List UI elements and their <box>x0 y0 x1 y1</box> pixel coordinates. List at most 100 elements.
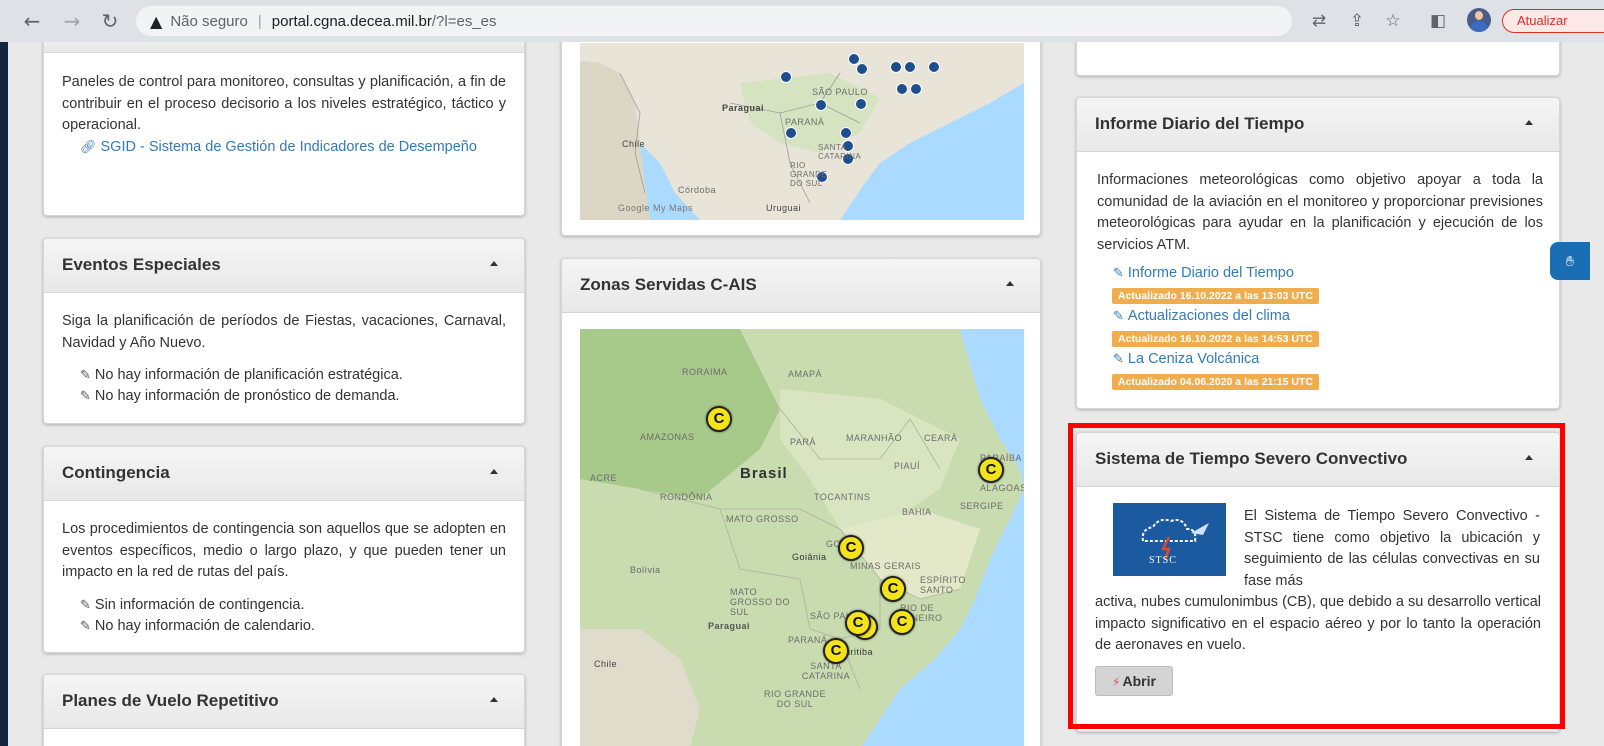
paperclip-icon: ✎ <box>1113 266 1124 281</box>
map-label: PARANÁ <box>785 117 825 127</box>
map-label: ACRE <box>590 473 618 483</box>
stsc-logo-text: STSC <box>1149 555 1177 566</box>
informe-header[interactable]: Informe Diario del Tiempo <box>1077 98 1559 152</box>
map-label: ALAGOAS <box>980 483 1024 493</box>
ceniza-link[interactable]: ✎ La Ceniza Volcánica <box>1113 349 1259 371</box>
zonas-header[interactable]: Zonas Servidas C-AIS <box>562 259 1040 313</box>
map-label: BAHIA <box>902 507 932 517</box>
map-label: AMAPÁ <box>788 369 823 379</box>
profile-avatar[interactable] <box>1467 8 1491 32</box>
eventos-header[interactable]: Eventos Especiales <box>44 239 524 293</box>
map-label: MARANHÃO <box>846 433 903 443</box>
panel-title: Sistema de Tiempo Severo Convectivo <box>1095 449 1408 468</box>
flight-marker[interactable] <box>890 61 902 73</box>
bolt-icon: ⚡︎ <box>1112 675 1121 689</box>
flight-marker[interactable] <box>780 71 792 83</box>
flight-marker[interactable] <box>785 127 797 139</box>
map-label: SANTA CATARINA <box>818 143 862 161</box>
contingencia-panel: Contingencia Los procedimientos de conti… <box>43 446 525 653</box>
paperclip-icon: ✎ <box>80 598 91 613</box>
contingencia-header[interactable]: Contingencia <box>44 447 524 501</box>
map-label: Goiânia <box>792 552 827 562</box>
contingencia-text: Los procedimientos de contingencia son a… <box>62 521 506 580</box>
contingencia-item: ✎ Sin información de contingencia. <box>80 597 305 613</box>
translate-icon[interactable]: ⇄ <box>1306 8 1332 34</box>
browser-toolbar: ← → ↻ ▲ Não seguro | portal.cgna.decea.m… <box>0 0 1604 42</box>
eventos-item: ✎ No hay información de planificación est… <box>80 367 403 383</box>
collapse-caret-icon[interactable] <box>490 261 498 266</box>
stsc-header[interactable]: Sistema de Tiempo Severo Convectivo <box>1077 433 1559 487</box>
map-label: SANTA CATARINA <box>801 661 851 681</box>
cais-marker[interactable]: C <box>845 610 871 636</box>
eventos-text: Siga la planificación de períodos de Fie… <box>62 313 506 351</box>
map-label: RIO GRANDE DO SUL <box>790 161 828 188</box>
updated-badge: Actualizado 16.10.2022 a las 14:53 UTC <box>1112 331 1319 347</box>
url-separator: | <box>257 12 262 30</box>
collapse-caret-icon[interactable] <box>1006 281 1014 286</box>
forward-arrow-icon[interactable]: → <box>58 7 86 35</box>
map-label: RONDÔNIA <box>660 492 713 502</box>
map-label: AMAZONAS <box>640 432 695 442</box>
panel-title: Planes de Vuelo Repetitivo <box>62 691 279 710</box>
side-panel-icon[interactable]: ◧ <box>1425 8 1451 34</box>
cais-marker[interactable]: C <box>838 535 864 561</box>
link-icon: 🔗︎ <box>80 140 97 155</box>
map-label: Brasil <box>740 465 788 482</box>
flight-marker[interactable] <box>840 127 852 139</box>
bookmark-star-icon[interactable]: ☆ <box>1380 8 1406 34</box>
cais-marker[interactable]: C <box>889 609 915 635</box>
right-panel-top <box>1076 42 1560 76</box>
cais-marker[interactable]: C <box>880 576 906 602</box>
collapse-caret-icon[interactable] <box>490 469 498 474</box>
zonas-map[interactable]: RORAIMA AMAPÁ AMAZONAS PARÁ MARANHÃO CEA… <box>580 329 1024 746</box>
map-label: PARÁ <box>790 437 816 447</box>
panel-title: Contingencia <box>62 463 170 482</box>
update-button[interactable]: Atualizar <box>1502 9 1604 33</box>
abrir-button[interactable]: ⚡︎ Abrir <box>1095 666 1173 696</box>
updated-badge: Actualizado 16.10.2022 a las 13:03 UTC <box>1112 288 1319 304</box>
flight-marker[interactable] <box>904 61 916 73</box>
planes-panel: Planes de Vuelo Repetitivo <box>43 674 525 746</box>
sgid-link[interactable]: 🔗︎ SGID - Sistema de Gestión de Indicador… <box>80 137 480 159</box>
map-label: Bolívia <box>630 565 661 575</box>
cais-marker[interactable]: C <box>978 457 1004 483</box>
planes-header[interactable]: Planes de Vuelo Repetitivo <box>44 675 524 729</box>
collapse-caret-icon[interactable] <box>1525 120 1533 125</box>
page-viewport: Paneles de control para monitoreo, consu… <box>8 42 1604 746</box>
reload-icon[interactable]: ↻ <box>96 7 124 35</box>
informe-link[interactable]: ✎ Informe Diario del Tiempo <box>1113 263 1294 285</box>
cais-marker[interactable]: C <box>706 406 732 432</box>
map-label: Paraguai <box>708 621 751 631</box>
map-attribution: Google My Maps <box>618 203 694 213</box>
map-label: Córdoba <box>678 185 717 195</box>
monitoring-text: Paneles de control para monitoreo, consu… <box>62 74 506 133</box>
collapse-caret-icon[interactable] <box>1525 455 1533 460</box>
collapse-caret-icon[interactable] <box>490 697 498 702</box>
map-label: RORAIMA <box>682 367 728 377</box>
address-bar[interactable]: ▲ Não seguro | portal.cgna.decea.mil.br /… <box>136 6 1292 36</box>
map-label: CEARÁ <box>924 433 958 443</box>
map-label: Chile <box>594 659 618 669</box>
paperclip-icon: ✎ <box>1113 309 1124 324</box>
flight-marker[interactable] <box>910 83 922 95</box>
flight-marker[interactable] <box>815 99 827 111</box>
not-secure-label: Não seguro <box>170 12 248 30</box>
flight-marker[interactable] <box>855 98 867 110</box>
map-label: PIAUÍ <box>894 461 921 471</box>
warning-icon[interactable]: ▲ <box>150 12 162 31</box>
stsc-logo: STSC <box>1113 503 1226 576</box>
cais-marker[interactable]: C <box>823 638 849 664</box>
url-path: /?l=es_es <box>431 12 497 30</box>
share-icon[interactable]: ⇪ <box>1344 8 1370 34</box>
map-panel-top: Paraguai SÃO PAULO PARANÁ SANTA CATARINA… <box>561 42 1041 236</box>
flight-marker[interactable] <box>928 61 940 73</box>
flight-marker[interactable] <box>856 63 868 75</box>
paperclip-icon: ✎ <box>80 368 91 383</box>
accessibility-tab[interactable]: ✋︎ <box>1550 242 1590 280</box>
panel-title: Informe Diario del Tiempo <box>1095 114 1305 133</box>
back-arrow-icon[interactable]: ← <box>18 7 46 35</box>
flights-map[interactable]: Paraguai SÃO PAULO PARANÁ SANTA CATARINA… <box>580 43 1024 220</box>
paperclip-icon: ✎ <box>80 619 91 634</box>
flight-marker[interactable] <box>896 83 908 95</box>
clima-link[interactable]: ✎ Actualizaciones del clima <box>1113 306 1290 328</box>
